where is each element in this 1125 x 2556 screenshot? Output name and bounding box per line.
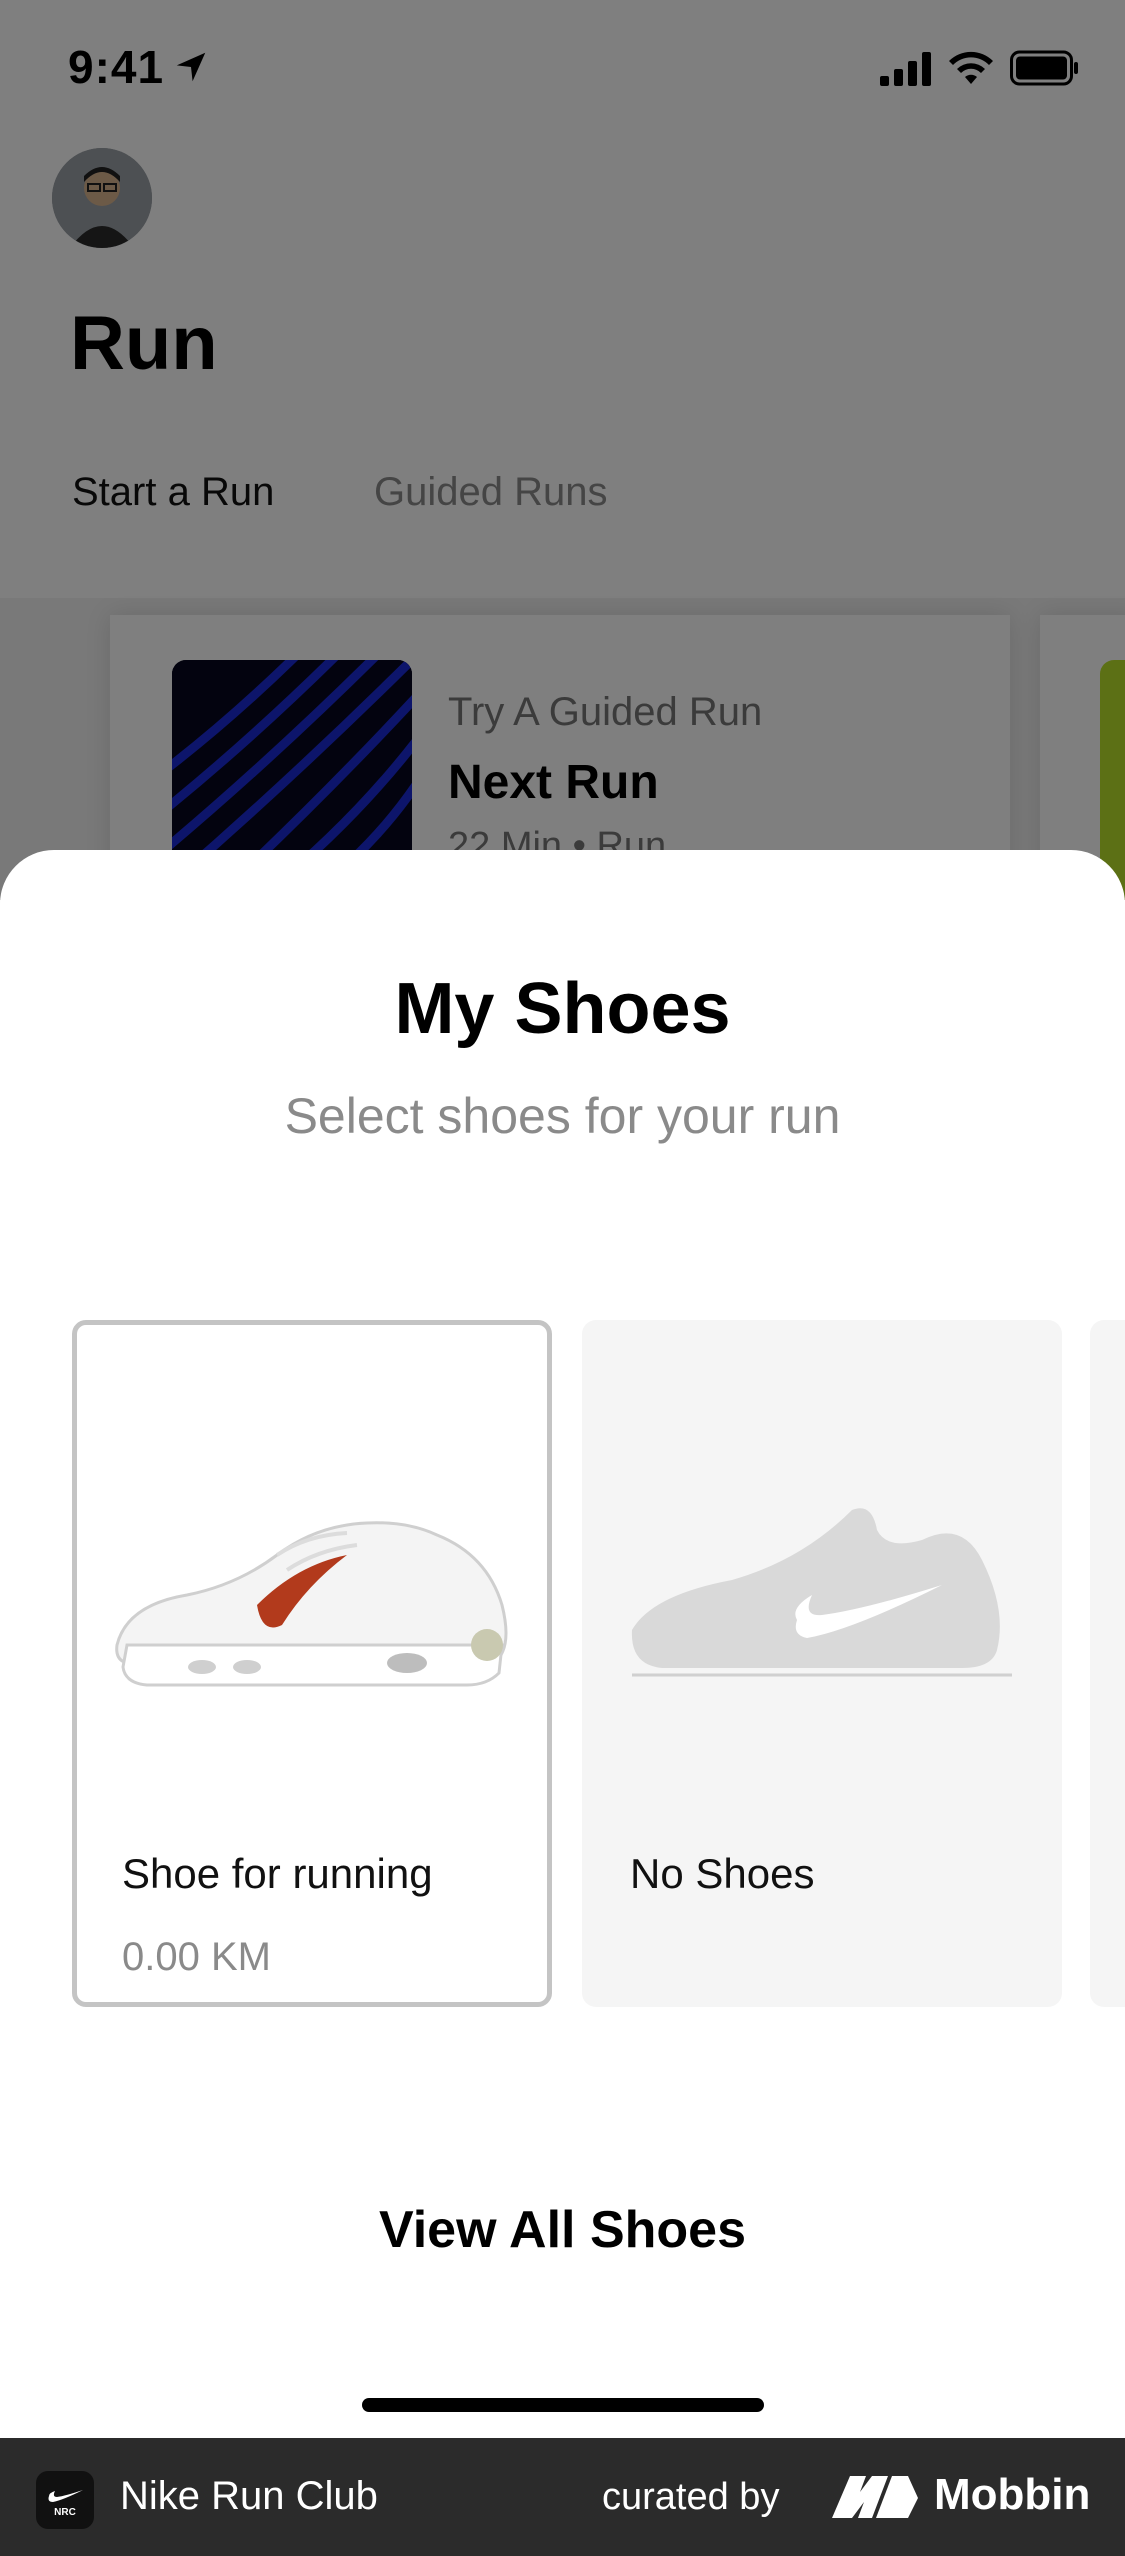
no-shoe-placeholder-icon <box>631 1508 1012 1677</box>
home-indicator[interactable] <box>362 2398 764 2412</box>
no-shoes-label: No Shoes <box>630 1850 815 1897</box>
shoe-name: Shoe for running <box>122 1850 433 1897</box>
mobbin-brand-name: Mobbin <box>934 2470 1091 2519</box>
modal-dim-overlay[interactable] <box>0 0 1125 900</box>
shoe-card-peek[interactable] <box>1090 1320 1125 2007</box>
mobbin-logo-icon <box>832 2476 918 2518</box>
my-shoes-sheet: My Shoes Select shoes for your run Shoe … <box>0 850 1125 2438</box>
footer-app-name: Nike Run Club <box>120 2474 378 2518</box>
running-shoe-image <box>115 1521 508 1687</box>
sheet-title: My Shoes <box>394 969 731 1049</box>
nrc-app-icon: NRC <box>36 2471 94 2529</box>
footer-bar: NRC Nike Run Club curated by Mobbin <box>0 2438 1125 2556</box>
shoe-distance: 0.00 KM <box>122 1935 271 1979</box>
shoe-card-no-shoes[interactable]: No Shoes <box>582 1320 1062 2007</box>
view-all-shoes-button[interactable]: View All Shoes <box>0 2200 1125 2260</box>
sheet-subtitle: Select shoes for your run <box>284 1088 841 1144</box>
shoe-card-selected[interactable]: Shoe for running 0.00 KM <box>72 1320 552 2007</box>
svg-text:NRC: NRC <box>54 2507 76 2518</box>
curated-by-label: curated by <box>602 2476 780 2518</box>
nrc-logo-icon: NRC <box>48 2490 83 2518</box>
